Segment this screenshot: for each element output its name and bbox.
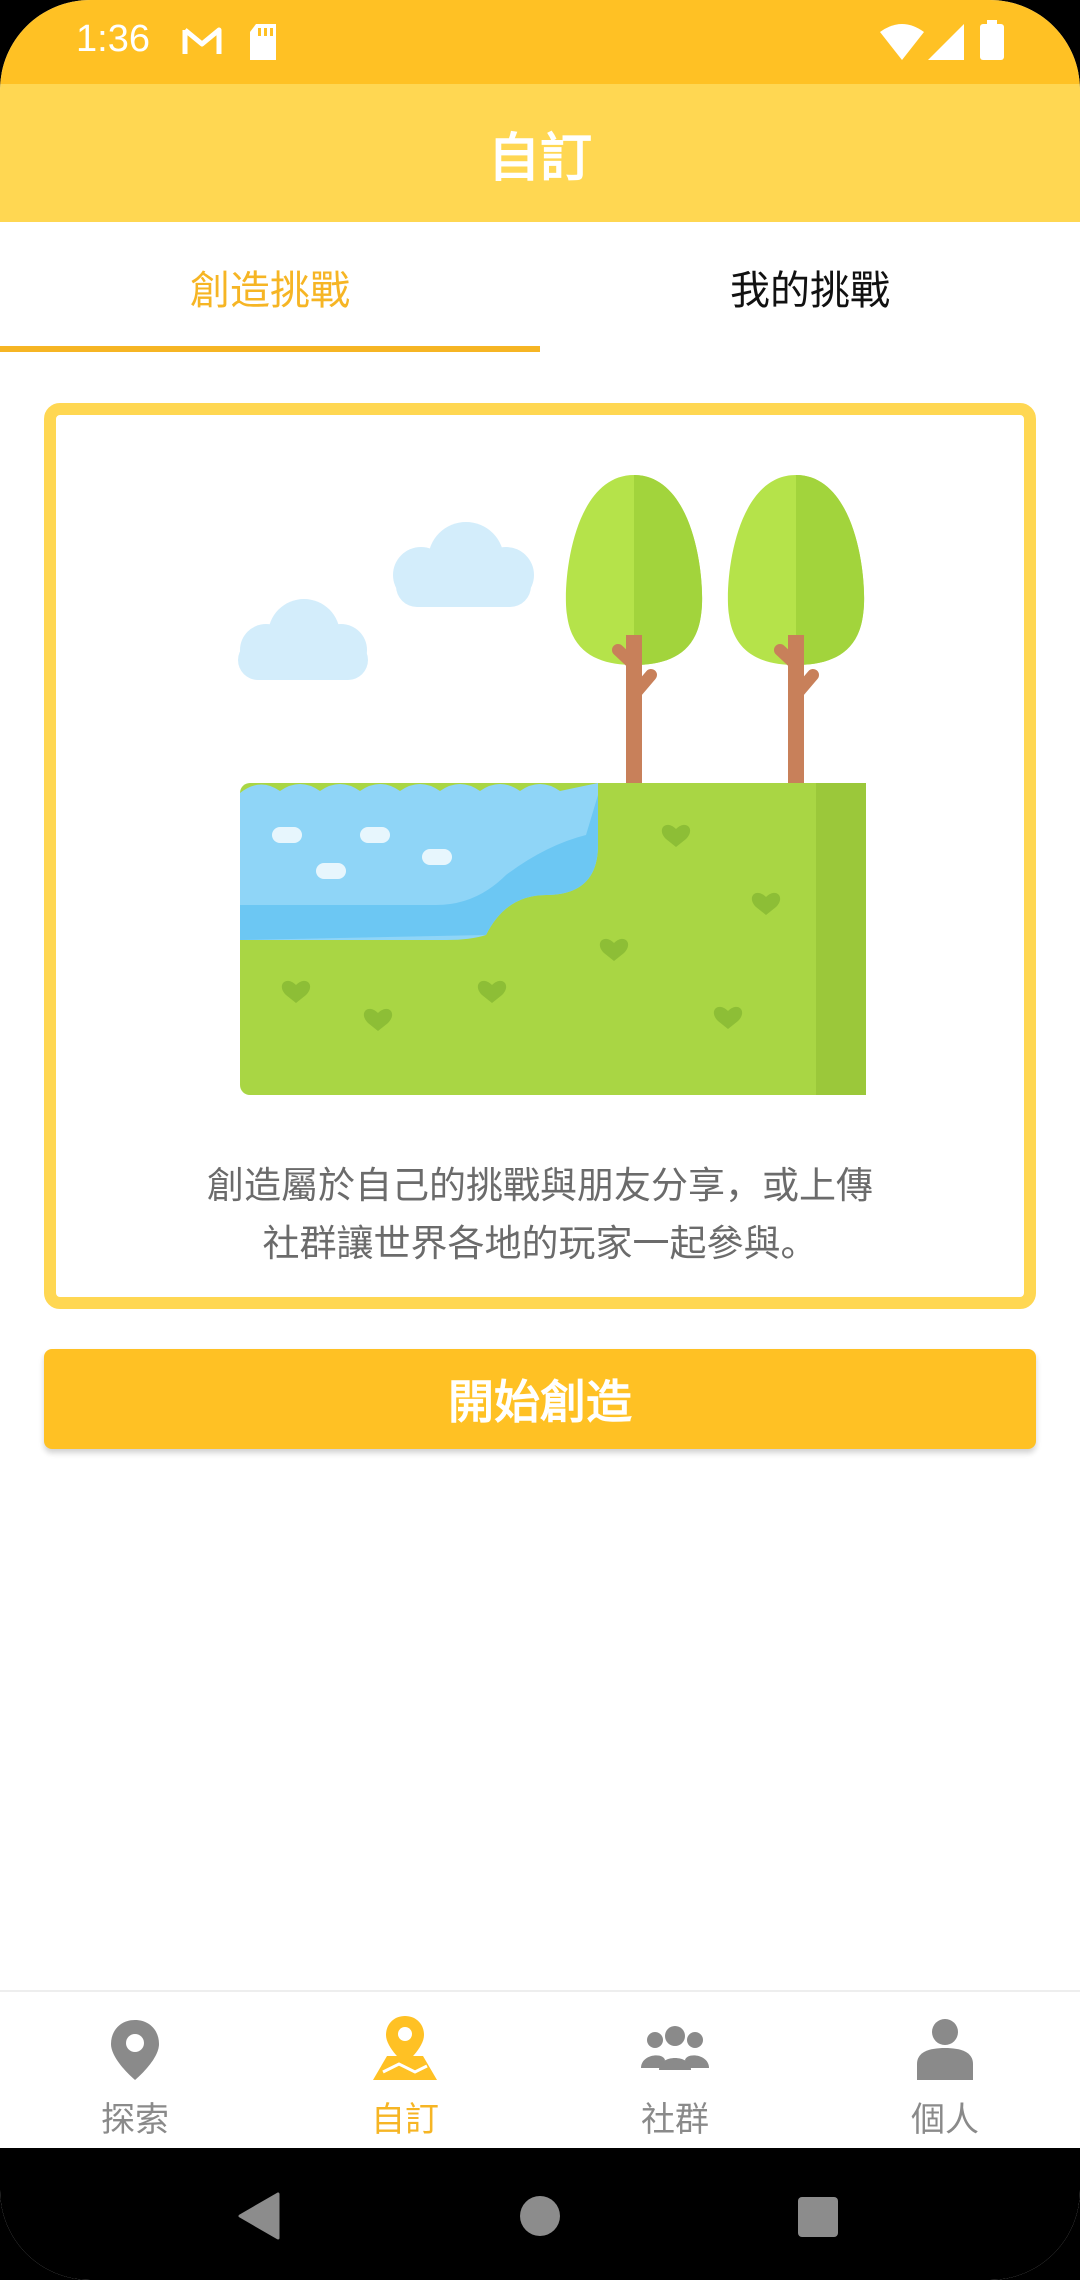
bottom-navigation: 探索 自訂 社群 個人 <box>0 1990 1080 2148</box>
gmail-icon <box>182 27 222 54</box>
nav-label: 社群 <box>641 2100 709 2140</box>
tab-label: 創造挑戰 <box>190 268 350 314</box>
group-icon <box>641 2026 709 2070</box>
home-icon[interactable] <box>518 2194 562 2238</box>
status-time: 1:36 <box>76 18 150 60</box>
sd-card-icon <box>250 24 276 60</box>
nav-item-explore[interactable]: 探索 <box>0 1992 270 2150</box>
cloud-icon <box>393 522 534 607</box>
back-icon[interactable] <box>236 2192 280 2240</box>
recents-icon[interactable] <box>797 2196 839 2238</box>
description-line-2: 社群讓世界各地的玩家一起參與。 <box>262 1222 818 1265</box>
landscape-illustration <box>238 475 866 1095</box>
nav-item-community[interactable]: 社群 <box>540 1992 810 2150</box>
nav-item-custom[interactable]: 自訂 <box>270 1992 540 2150</box>
description-line-1: 創造屬於自己的挑戰與朋友分享，或上傳 <box>207 1164 873 1207</box>
map-custom-icon <box>373 2016 437 2080</box>
tab-my-challenges[interactable]: 我的挑戰 <box>540 222 1080 352</box>
tab-create-challenge[interactable]: 創造挑戰 <box>0 222 540 352</box>
card-description: 創造屬於自己的挑戰與朋友分享，或上傳 社群讓世界各地的玩家一起參與。 <box>96 1157 984 1273</box>
tab-label: 我的挑戰 <box>730 268 890 314</box>
tree-icon <box>727 475 865 795</box>
battery-icon <box>980 20 1004 60</box>
tree-icon <box>565 475 703 795</box>
tab-indicator <box>0 346 540 352</box>
map-pin-icon <box>111 2020 159 2080</box>
create-challenge-card: 創造屬於自己的挑戰與朋友分享，或上傳 社群讓世界各地的玩家一起參與。 <box>44 403 1036 1309</box>
nav-item-profile[interactable]: 個人 <box>810 1992 1080 2150</box>
page-title: 自訂 <box>487 128 592 189</box>
person-icon <box>917 2019 973 2080</box>
status-bar: 1:36 <box>0 0 1080 84</box>
nav-label: 探索 <box>101 2100 169 2140</box>
tab-bar: 創造挑戰 我的挑戰 <box>0 222 1080 352</box>
phone-screen: 1:36 自訂 創造挑戰 我的挑戰 創造屬於自己的挑戰與朋友分享，或上傳 社群讓… <box>0 0 1080 2280</box>
nav-label: 個人 <box>911 2100 979 2140</box>
signal-icon <box>928 24 964 60</box>
system-navigation-bar <box>0 2148 1080 2280</box>
cloud-icon <box>238 599 368 680</box>
wifi-icon <box>880 24 924 60</box>
app-bar: 自訂 <box>0 84 1080 222</box>
start-create-button[interactable]: 開始創造 <box>44 1349 1036 1449</box>
nav-label: 自訂 <box>371 2100 439 2140</box>
